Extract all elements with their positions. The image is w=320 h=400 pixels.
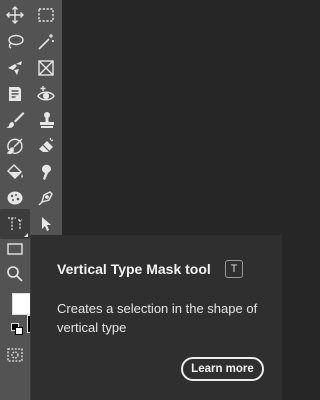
note-icon [9,87,21,101]
move-icon [6,6,24,24]
bucket-icon [7,164,23,179]
magnifier-icon [7,266,23,282]
marquee-icon [38,8,54,22]
vertical-type-mask-icon [8,217,22,230]
eye-icon [37,86,55,101]
default-colors-icon[interactable] [11,323,23,335]
tooltip-description: Creates a selection in the shape of vert… [57,301,258,335]
tooltip-title: Vertical Type Mask tool [57,261,211,277]
zoom-tool[interactable] [0,259,30,289]
rectangular-marquee-tool[interactable] [31,0,61,30]
smudge-icon [42,164,51,180]
shortcut-key-badge: T [225,260,243,278]
quick-mask-icon [7,348,23,362]
eraser-icon [39,137,54,152]
foreground-color-swatch[interactable] [12,293,32,315]
lasso-icon [8,34,24,49]
learn-more-button[interactable]: Learn more [181,357,264,381]
brush-icon [6,112,25,128]
pen-icon [38,191,53,206]
quick-mask-tool[interactable] [0,340,30,370]
rectangle-icon [7,243,23,255]
move-tool[interactable] [0,0,30,30]
frame-icon [38,60,54,76]
magic-wand-icon [38,34,54,50]
rich-tooltip: Vertical Type Mask tool T Creates a sele… [30,235,282,400]
arrow-icon [42,217,51,231]
sponge-icon [7,191,23,205]
history-brush-icon [6,138,23,155]
crop-icon [8,61,22,75]
stamp-icon [40,112,54,128]
